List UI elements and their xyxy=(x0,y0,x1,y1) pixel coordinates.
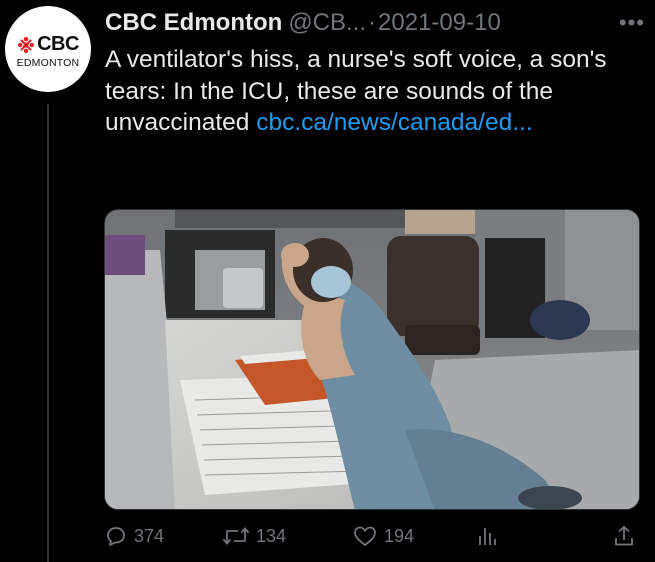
more-horizontal-icon[interactable]: ••• xyxy=(619,10,645,36)
retweet-button[interactable]: 134 xyxy=(222,524,286,548)
separator-dot: · xyxy=(368,9,377,36)
tweet-text: A ventilator's hiss, a nurse's soft voic… xyxy=(105,44,640,139)
avatar[interactable]: CBC EDMONTON xyxy=(5,6,91,92)
tweet-link[interactable]: cbc.ca/news/canada/ed... xyxy=(256,109,532,136)
tweet-header: CBC Edmonton @CB... · 2021-09-10 ••• xyxy=(105,6,645,40)
like-count: 194 xyxy=(384,525,415,546)
account-name[interactable]: CBC Edmonton xyxy=(105,9,282,37)
bar-chart-icon xyxy=(479,528,496,545)
tweet-actions: 374 134 194 xyxy=(104,524,640,558)
tweet-image[interactable] xyxy=(104,209,640,510)
icu-nurse-photo xyxy=(105,210,639,509)
heart-icon xyxy=(354,526,376,546)
retweet-count: 134 xyxy=(256,525,287,546)
retweet-icon xyxy=(222,527,250,545)
like-button[interactable]: 194 xyxy=(352,524,414,548)
share-button[interactable] xyxy=(612,524,636,548)
account-handle[interactable]: @CB... xyxy=(288,9,366,37)
avatar-subtitle: EDMONTON xyxy=(16,57,80,69)
share-icon xyxy=(615,525,633,546)
thread-line xyxy=(47,104,49,562)
avatar-logo-text: CBC xyxy=(37,33,79,55)
reply-button[interactable]: 374 xyxy=(104,524,164,548)
tweet-date[interactable]: 2021-09-10 xyxy=(378,9,501,37)
reply-count: 374 xyxy=(134,525,165,546)
cbc-gem-icon xyxy=(18,36,35,53)
reply-bubble-icon xyxy=(107,527,125,546)
views-button[interactable] xyxy=(476,524,498,548)
cbc-logo: CBC xyxy=(17,33,79,56)
